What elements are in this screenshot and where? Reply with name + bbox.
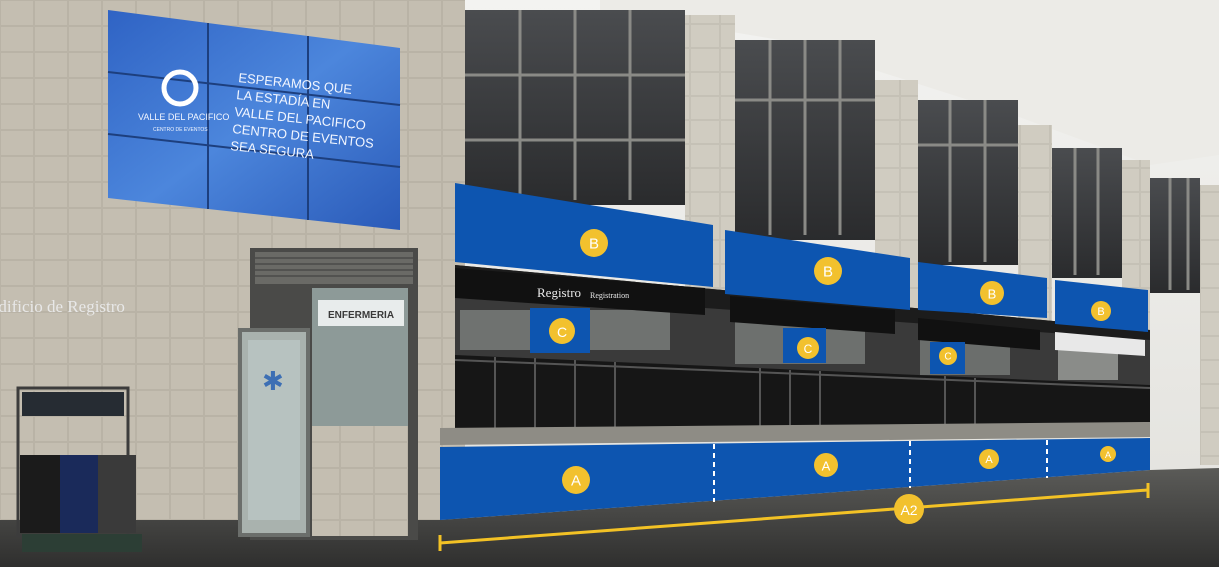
- badge-b-2: B: [814, 257, 842, 285]
- screen-brand-sub: CENTRO DE EVENTOS: [153, 127, 208, 133]
- badge-c-3: C: [939, 347, 957, 365]
- upper-window-3: [918, 100, 1018, 265]
- infirmary-wall-strip: [312, 426, 408, 536]
- counter-sign-sub-text: Registration: [590, 291, 629, 300]
- bin-grey: [98, 455, 136, 533]
- badge-c-1-label: C: [557, 324, 567, 340]
- badge-b-3: B: [980, 281, 1004, 305]
- badge-a-2: A: [814, 453, 838, 477]
- wall-sign: Edificio de Registro: [0, 297, 125, 316]
- badge-a2-label: A2: [900, 502, 917, 518]
- lobby-photo: Registro Registration VALLE DEL PACIFICO…: [0, 0, 1219, 567]
- badge-a-2-label: A: [822, 459, 831, 474]
- scene: Registro Registration VALLE DEL PACIFICO…: [0, 0, 1219, 567]
- recycle-sign: [22, 392, 124, 416]
- medical-star-icon: ✱: [262, 367, 284, 397]
- screen-brand-name: VALLE DEL PACIFICO: [138, 112, 229, 122]
- badge-c-2: C: [797, 337, 819, 359]
- badge-a-4-label: A: [1105, 450, 1111, 460]
- badge-a-4: A: [1100, 446, 1116, 462]
- upper-window-4: [1052, 148, 1122, 278]
- recycle-floor-sign: [22, 534, 142, 552]
- badge-b-1-label: B: [589, 236, 599, 253]
- badge-c-1: C: [549, 318, 575, 344]
- column-5: [1200, 185, 1219, 465]
- badge-c-2-label: C: [804, 342, 813, 356]
- badge-b-4: B: [1091, 301, 1111, 321]
- infirmary-vent: [255, 252, 413, 284]
- bin-blue: [60, 455, 100, 533]
- badge-b-1: B: [580, 229, 608, 257]
- counter-sign-text: Registro: [537, 285, 581, 300]
- badge-b-2-label: B: [823, 264, 833, 281]
- badge-a-3-label: A: [985, 454, 993, 466]
- bin-black: [20, 455, 62, 533]
- badge-b-4-label: B: [1097, 306, 1104, 318]
- badge-b-3-label: B: [988, 287, 997, 302]
- badge-a-3: A: [979, 449, 999, 469]
- infirmary-sign: ENFERMERIA: [328, 310, 394, 321]
- badge-c-3-label: C: [944, 352, 951, 363]
- led-video-wall: VALLE DEL PACIFICO CENTRO DE EVENTOS ESP…: [107, 10, 401, 230]
- upper-window-5: [1150, 178, 1200, 293]
- badge-a-1-label: A: [571, 473, 581, 490]
- badge-a2: A2: [894, 494, 924, 524]
- badge-a-1: A: [562, 466, 590, 494]
